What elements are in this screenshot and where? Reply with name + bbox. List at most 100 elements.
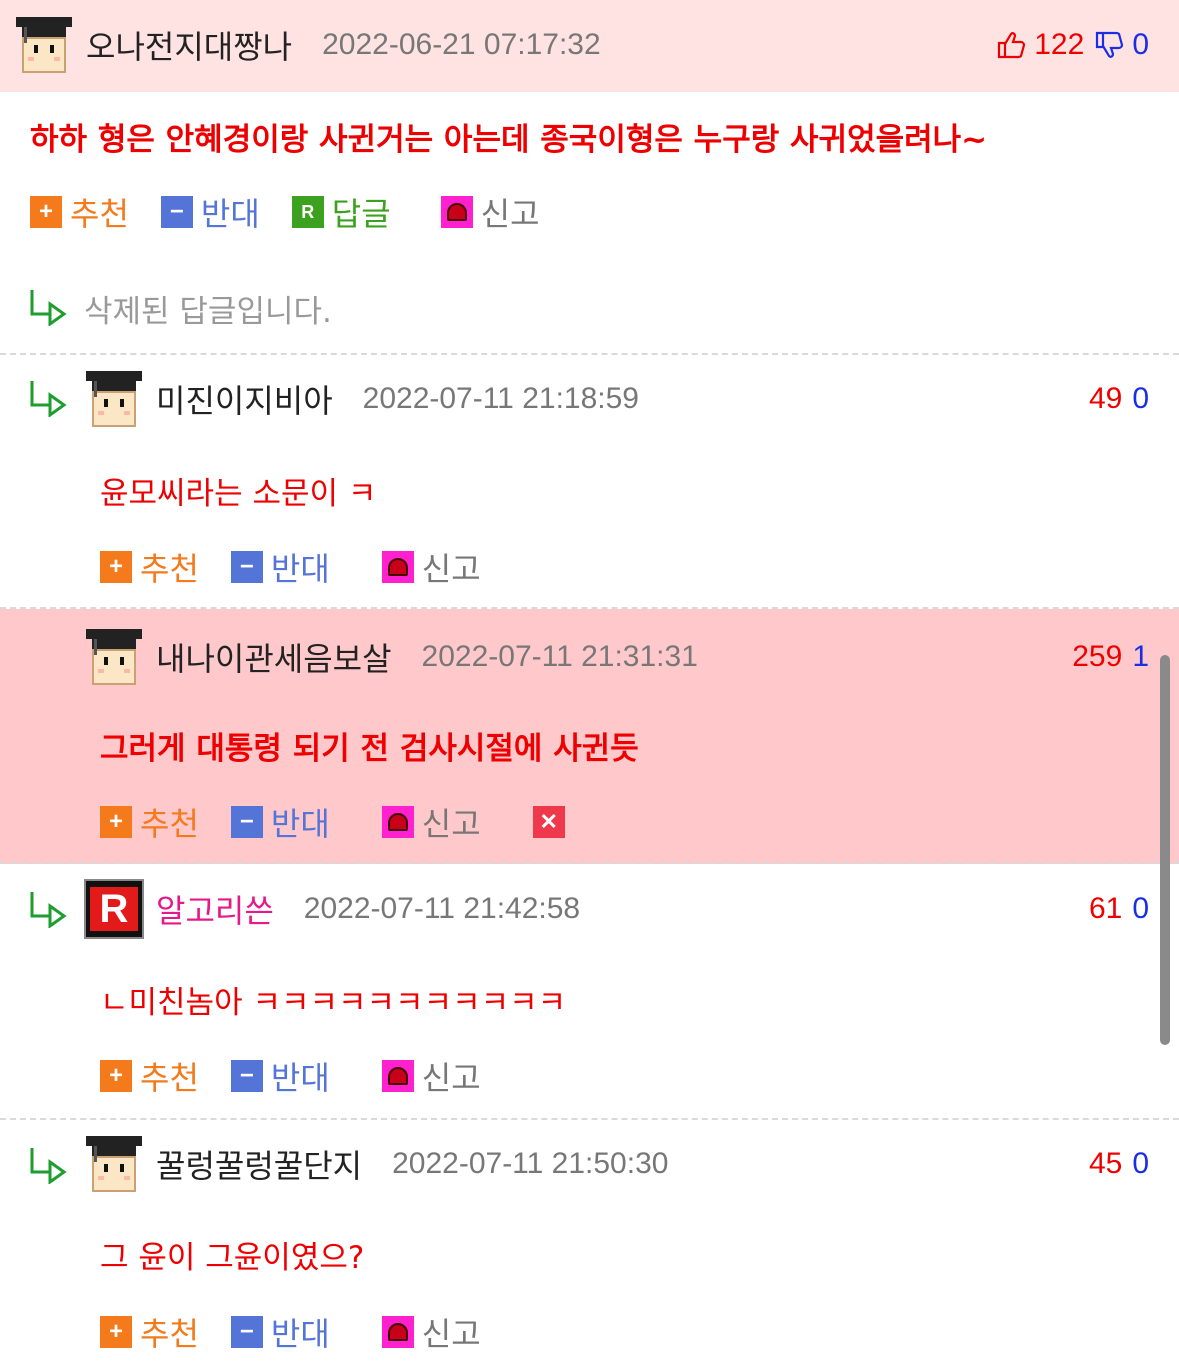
recommend-button[interactable]: + 추천 bbox=[100, 799, 199, 845]
avatar[interactable]: R bbox=[84, 879, 144, 939]
report-label: 신고 bbox=[421, 1315, 481, 1353]
comment-actions: + 추천 − 반대 신고 ✕ bbox=[100, 799, 605, 845]
upvote-count: 49 bbox=[1088, 382, 1123, 415]
comment-header: 오나전지대짱나 2022-06-21 07:17:32 122 0 bbox=[0, 5, 1179, 85]
comment-reply: R 알고리쓴 2022-07-11 21:42:58 61 0 ㄴ미친놈아 ㅋㅋ… bbox=[0, 864, 1179, 1120]
reply-label: 답글 bbox=[331, 195, 391, 233]
oppose-button[interactable]: − 반대 bbox=[230, 799, 330, 845]
nickname[interactable]: 내나이관세음보살 bbox=[156, 634, 392, 680]
recommend-button[interactable]: + 추천 bbox=[100, 544, 199, 590]
minus-icon: − bbox=[230, 1060, 263, 1092]
vote-counts: 61 0 bbox=[1089, 892, 1149, 926]
comment-actions: + 추천 − 반대 신고 bbox=[100, 1309, 513, 1355]
recommend-label: 추천 bbox=[140, 1059, 199, 1097]
scrollbar[interactable] bbox=[1160, 655, 1170, 1045]
comment-date: 2022-07-11 21:50:30 bbox=[392, 1147, 669, 1180]
comment-date: 2022-07-11 21:42:58 bbox=[303, 892, 581, 925]
thumbs-up-icon bbox=[998, 32, 1026, 59]
plus-icon: + bbox=[100, 1316, 132, 1348]
comment-header: 꿀렁꿀렁꿀단지 2022-07-11 21:50:30 45 0 bbox=[84, 1124, 1179, 1204]
reply-arrow-icon bbox=[30, 290, 67, 326]
upvote-count: 61 bbox=[1088, 892, 1123, 925]
comment-actions: + 추천 − 반대 신고 bbox=[100, 1053, 513, 1099]
oppose-label: 반대 bbox=[270, 1059, 330, 1097]
siren-icon bbox=[381, 1316, 414, 1348]
report-button[interactable]: 신고 bbox=[381, 544, 481, 590]
thumbs-down-icon bbox=[1096, 31, 1124, 58]
minus-icon: − bbox=[160, 196, 193, 228]
vote-counts: 45 0 bbox=[1089, 1147, 1149, 1181]
comment-header: 내나이관세음보살 2022-07-11 21:31:31 259 1 bbox=[84, 617, 1179, 697]
oppose-button[interactable]: − 반대 bbox=[160, 189, 260, 235]
siren-icon bbox=[381, 806, 414, 838]
plus-icon: + bbox=[30, 196, 62, 228]
comment-text: 윤모씨라는 소문이 ㅋ bbox=[100, 476, 377, 512]
recommend-label: 추천 bbox=[70, 195, 129, 233]
reply-button[interactable]: R 답글 bbox=[291, 189, 391, 235]
reply-arrow-icon bbox=[30, 892, 67, 928]
nickname[interactable]: 꿀렁꿀렁꿀단지 bbox=[156, 1141, 362, 1187]
nickname[interactable]: 오나전지대짱나 bbox=[86, 22, 292, 68]
report-label: 신고 bbox=[421, 1059, 481, 1097]
oppose-label: 반대 bbox=[270, 805, 330, 843]
comment-text: ㄴ미친놈아 ㅋㅋㅋㅋㅋㅋㅋㅋㅋㅋㅋ bbox=[100, 985, 567, 1021]
report-button[interactable]: 신고 bbox=[381, 1053, 481, 1099]
comment-date: 2022-06-21 07:17:32 bbox=[322, 28, 601, 61]
comment-actions: + 추천 − 반대 신고 bbox=[100, 544, 513, 590]
report-label: 신고 bbox=[480, 195, 540, 233]
recommend-label: 추천 bbox=[140, 1315, 199, 1353]
nickname[interactable]: 미진이지비아 bbox=[156, 376, 333, 422]
siren-icon bbox=[381, 551, 414, 583]
siren-icon bbox=[381, 1060, 414, 1092]
comment-date: 2022-07-11 21:18:59 bbox=[362, 382, 639, 415]
report-label: 신고 bbox=[421, 550, 481, 588]
comment-text: 그러게 대통령 되기 전 검사시절에 사귄듯 bbox=[100, 731, 639, 767]
minus-icon: − bbox=[230, 1316, 263, 1348]
delete-button[interactable]: ✕ bbox=[532, 806, 573, 838]
avatar-letter: R bbox=[90, 887, 138, 931]
avatar[interactable] bbox=[84, 627, 144, 687]
report-button[interactable]: 신고 bbox=[381, 1309, 481, 1355]
oppose-button[interactable]: − 반대 bbox=[230, 544, 330, 590]
minus-icon: − bbox=[230, 551, 263, 583]
downvote-count: 0 bbox=[1132, 382, 1149, 415]
close-icon: ✕ bbox=[532, 806, 565, 838]
nickname[interactable]: 알고리쓴 bbox=[156, 886, 274, 932]
plus-icon: + bbox=[100, 1060, 132, 1092]
comment-best: 오나전지대짱나 2022-06-21 07:17:32 122 0 하하 형은 … bbox=[0, 0, 1179, 256]
comment-reply: 꿀렁꿀렁꿀단지 2022-07-11 21:50:30 45 0 그 윤이 그윤… bbox=[0, 1120, 1179, 1361]
oppose-button[interactable]: − 반대 bbox=[230, 1053, 330, 1099]
avatar[interactable] bbox=[14, 15, 74, 75]
upvote-count: 259 bbox=[1072, 640, 1123, 673]
recommend-label: 추천 bbox=[140, 550, 199, 588]
oppose-button[interactable]: − 반대 bbox=[230, 1309, 330, 1355]
report-button[interactable]: 신고 bbox=[381, 799, 481, 845]
recommend-label: 추천 bbox=[140, 805, 199, 843]
recommend-button[interactable]: + 추천 bbox=[100, 1309, 199, 1355]
report-button[interactable]: 신고 bbox=[440, 189, 540, 235]
siren-icon bbox=[440, 196, 473, 228]
avatar[interactable] bbox=[84, 1134, 144, 1194]
vote-counts: 259 1 bbox=[1072, 640, 1149, 674]
oppose-label: 반대 bbox=[270, 1315, 330, 1353]
oppose-label: 반대 bbox=[270, 550, 330, 588]
comment-deleted: 삭제된 답글입니다. bbox=[0, 256, 1179, 355]
oppose-label: 반대 bbox=[200, 195, 260, 233]
comment-text: 하하 형은 안혜경이랑 사귄거는 아는데 종국이형은 누구랑 사귀었을려나~ bbox=[30, 122, 988, 158]
comment-header: 미진이지비아 2022-07-11 21:18:59 49 0 bbox=[84, 359, 1179, 439]
vote-counts: 49 0 bbox=[1089, 382, 1149, 416]
avatar[interactable] bbox=[84, 369, 144, 429]
comment-reply: 미진이지비아 2022-07-11 21:18:59 49 0 윤모씨라는 소문… bbox=[0, 355, 1179, 609]
downvote-count: 0 bbox=[1132, 28, 1149, 61]
upvote-count: 45 bbox=[1088, 1147, 1123, 1180]
report-label: 신고 bbox=[421, 805, 481, 843]
recommend-button[interactable]: + 추천 bbox=[30, 189, 129, 235]
reply-arrow-icon bbox=[30, 381, 67, 417]
reply-icon: R bbox=[291, 196, 324, 228]
recommend-button[interactable]: + 추천 bbox=[100, 1053, 199, 1099]
deleted-text: 삭제된 답글입니다. bbox=[84, 294, 332, 330]
plus-icon: + bbox=[100, 806, 132, 838]
downvote-count: 0 bbox=[1132, 1147, 1149, 1180]
minus-icon: − bbox=[230, 806, 263, 838]
comment-actions: + 추천 − 반대 R 답글 신고 bbox=[30, 189, 572, 235]
